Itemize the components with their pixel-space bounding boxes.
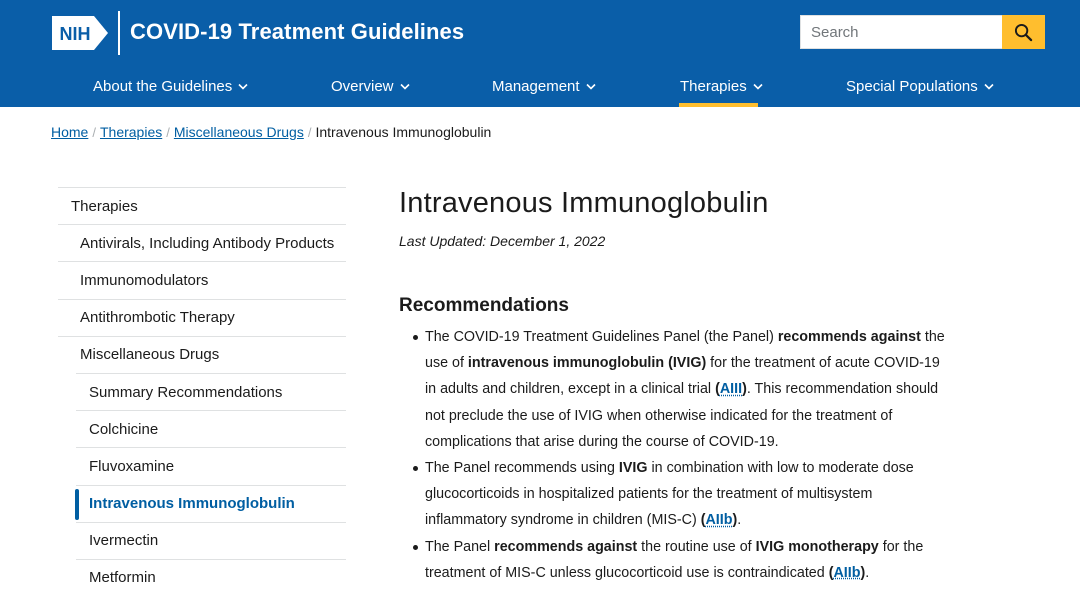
nih-logo-text: NIH — [60, 24, 91, 44]
sidebar-nav: Therapies Antivirals, Including Antibody… — [58, 187, 346, 596]
sidebar-item-antithrombotic-therapy[interactable]: Antithrombotic Therapy — [58, 298, 346, 336]
search-icon — [1014, 23, 1033, 41]
nav-about-the-guidelines[interactable]: About the Guidelines — [93, 76, 248, 96]
sidebar-item-antivirals[interactable]: Antivirals, Including Antibody Products — [58, 224, 346, 261]
recommendation-item: The Panel recommends using IVIG in combi… — [413, 455, 950, 534]
nav-therapies[interactable]: Therapies — [680, 76, 763, 96]
chevron-down-icon — [984, 83, 994, 90]
nav-active-indicator — [679, 103, 758, 107]
sidebar-item-label: Intravenous Immunoglobulin — [89, 495, 295, 513]
rating-link[interactable]: AIIb — [705, 512, 732, 528]
chevron-down-icon — [238, 83, 248, 90]
section-heading-recommendations: Recommendations — [399, 295, 569, 316]
sidebar-item-fluvoxamine[interactable]: Fluvoxamine — [76, 447, 346, 484]
sidebar-item-label: Fluvoxamine — [89, 457, 175, 475]
sidebar-item-immunomodulators[interactable]: Immunomodulators — [58, 261, 346, 298]
sidebar-item-miscellaneous-drugs[interactable]: Miscellaneous Drugs — [58, 335, 346, 373]
search-input[interactable] — [800, 15, 1003, 49]
nav-label: Management — [492, 77, 580, 95]
rating-link[interactable]: AIIb — [833, 565, 860, 581]
page-title: Intravenous Immunoglobulin — [399, 187, 769, 219]
nav-management[interactable]: Management — [492, 76, 596, 96]
sidebar-item-label: Metformin — [89, 569, 156, 587]
breadcrumb: Home / Therapies / Miscellaneous Drugs /… — [51, 124, 491, 140]
recommendation-item: The COVID-19 Treatment Guidelines Panel … — [413, 324, 950, 455]
logo-divider — [118, 11, 120, 55]
nav-label: Therapies — [680, 77, 747, 95]
recommendations-list: The COVID-19 Treatment Guidelines Panel … — [413, 324, 950, 586]
sidebar-item-label: Antithrombotic Therapy — [80, 309, 235, 327]
rating-link[interactable]: AIII — [720, 381, 742, 397]
sidebar-item-label: Colchicine — [89, 420, 159, 438]
chevron-down-icon — [399, 83, 410, 90]
nav-label: Special Populations — [846, 77, 978, 95]
sidebar-item-metformin[interactable]: Metformin — [76, 558, 346, 596]
breadcrumb-separator: / — [166, 124, 170, 140]
site-title[interactable]: COVID-19 Treatment Guidelines — [130, 19, 464, 45]
last-updated: Last Updated: December 1, 2022 — [399, 233, 606, 249]
breadcrumb-therapies[interactable]: Therapies — [100, 124, 162, 140]
sidebar-item-colchicine[interactable]: Colchicine — [76, 410, 346, 447]
nav-label: Overview — [331, 77, 394, 95]
sidebar-item-label: Antivirals, Including Antibody Products — [80, 234, 335, 252]
sidebar-item-label: Ivermectin — [89, 532, 159, 550]
nih-logo-icon[interactable]: NIH — [50, 14, 110, 52]
breadcrumb-separator: / — [92, 124, 96, 140]
nav-label: About the Guidelines — [93, 77, 233, 95]
site-header: NIH COVID-19 Treatment Guidelines About … — [0, 0, 1080, 107]
breadcrumb-separator: / — [307, 124, 312, 140]
nav-overview[interactable]: Overview — [331, 76, 410, 96]
chevron-down-icon — [585, 83, 596, 90]
breadcrumb-miscellaneous-drugs[interactable]: Miscellaneous Drugs — [174, 124, 304, 140]
sidebar-item-label: Therapies — [71, 197, 138, 215]
sidebar-item-label: Summary Recommendations — [89, 383, 283, 401]
nav-special-populations[interactable]: Special Populations — [846, 76, 994, 96]
search-button[interactable] — [1002, 15, 1045, 49]
breadcrumb-current: Intravenous Immunoglobulin — [315, 124, 492, 140]
recommendation-item: The Panel recommends against the routine… — [413, 534, 950, 586]
sidebar-item-label: Miscellaneous Drugs — [80, 346, 220, 364]
sidebar-item-label: Immunomodulators — [80, 271, 209, 289]
sidebar-item-summary-recommendations[interactable]: Summary Recommendations — [76, 372, 346, 410]
breadcrumb-home[interactable]: Home — [51, 124, 88, 140]
chevron-down-icon — [753, 83, 763, 90]
sidebar-item-ivermectin[interactable]: Ivermectin — [76, 521, 346, 559]
sidebar-item-therapies[interactable]: Therapies — [58, 187, 346, 224]
sidebar-item-intravenous-immunoglobulin[interactable]: Intravenous Immunoglobulin — [75, 484, 346, 522]
